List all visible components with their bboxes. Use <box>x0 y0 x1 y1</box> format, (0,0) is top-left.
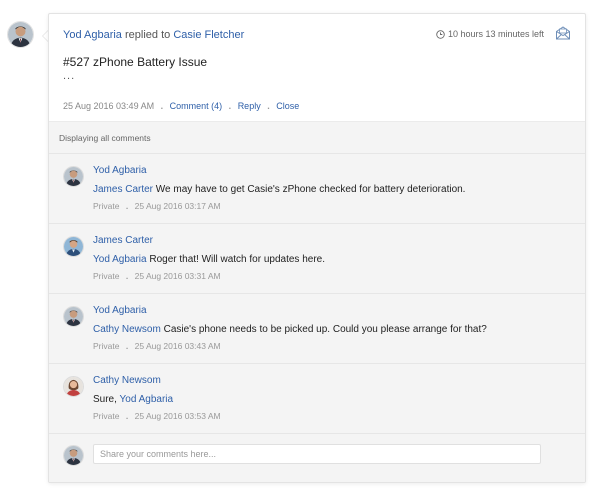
comment-time: 25 Aug 2016 03:53 AM <box>134 411 221 421</box>
comment-text: We may have to get Casie's zPhone checke… <box>155 184 466 195</box>
meta-separator: . <box>160 101 164 111</box>
meta-separator: . <box>125 271 129 281</box>
ticket-body: ... <box>63 70 76 82</box>
comment-visibility: Private <box>93 271 120 281</box>
meta-separator: . <box>267 101 270 111</box>
comment-input[interactable] <box>93 444 541 464</box>
comment-visibility: Private <box>93 411 120 421</box>
comment-avatar <box>63 236 84 257</box>
comment-mention-link[interactable]: Yod Agbaria <box>120 394 174 405</box>
meta-separator: . <box>125 201 129 211</box>
comment-author-link[interactable]: Yod Agbaria <box>93 165 147 176</box>
comment-text-line: Yod Agbaria Roger that! Will watch for u… <box>93 254 575 266</box>
ticket-timer: 10 hours 13 minutes left <box>436 29 544 39</box>
comment-item: Cathy Newsom Sure, Yod Agbaria Private .… <box>49 363 585 433</box>
ticket-author-avatar <box>7 21 34 48</box>
comment-avatar <box>63 166 84 187</box>
comment-time: 25 Aug 2016 03:43 AM <box>134 341 221 351</box>
comment-count-link[interactable]: Comment (4) <box>170 101 223 111</box>
comments-panel: Displaying all comments Yod Agbaria Jame… <box>49 121 585 482</box>
comment-text-line: Sure, Yod Agbaria <box>93 394 575 406</box>
comment-avatar <box>63 306 84 327</box>
comment-avatar <box>63 376 84 397</box>
close-link[interactable]: Close <box>276 101 299 111</box>
comments-header: Displaying all comments <box>59 133 151 143</box>
comment-mention-link[interactable]: Yod Agbaria <box>93 254 147 265</box>
ticket-header: Yod Agbaria replied to Casie Fletcher 10… <box>49 14 585 120</box>
comment-text: Roger that! Will watch for updates here. <box>149 254 325 265</box>
comment-item: James Carter Yod Agbaria Roger that! Wil… <box>49 223 585 293</box>
comment-author-link[interactable]: Cathy Newsom <box>93 375 161 386</box>
ticket-timer-text: 10 hours 13 minutes left <box>447 29 544 39</box>
meta-separator: . <box>125 411 129 421</box>
meta-separator: . <box>228 101 232 111</box>
comment-text-line: Cathy Newsom Casie's phone needs to be p… <box>93 324 575 336</box>
comment-time: 25 Aug 2016 03:17 AM <box>134 201 221 211</box>
comment-item: Yod Agbaria James Carter We may have to … <box>49 153 585 223</box>
comment-mention-link[interactable]: Cathy Newsom <box>93 324 161 335</box>
comment-visibility: Private <box>93 341 120 351</box>
ticket-card: Yod Agbaria replied to Casie Fletcher 10… <box>48 13 586 483</box>
comment-meta: Private . 25 Aug 2016 03:31 AM <box>93 271 575 281</box>
comment-text: Sure, <box>93 394 117 405</box>
comment-author-link[interactable]: Yod Agbaria <box>93 305 147 316</box>
comment-meta: Private . 25 Aug 2016 03:53 AM <box>93 411 575 421</box>
comment-mention-link[interactable]: James Carter <box>93 184 153 195</box>
ticket-recipient-link[interactable]: Casie Fletcher <box>173 29 244 41</box>
ticket-action-text: replied to <box>125 29 171 41</box>
meta-separator: . <box>125 341 129 351</box>
clock-icon <box>436 29 445 39</box>
comment-time: 25 Aug 2016 03:31 AM <box>134 271 221 281</box>
comment-text: Casie's phone needs to be picked up. Cou… <box>163 324 487 335</box>
ticket-author-link[interactable]: Yod Agbaria <box>63 29 122 41</box>
reply-row <box>49 433 585 474</box>
comment-item: Yod Agbaria Cathy Newsom Casie's phone n… <box>49 293 585 363</box>
ticket-title: #527 zPhone Battery Issue <box>63 55 208 69</box>
comment-text-line: James Carter We may have to get Casie's … <box>93 184 575 196</box>
comment-meta: Private . 25 Aug 2016 03:17 AM <box>93 201 575 211</box>
comment-visibility: Private <box>93 201 120 211</box>
current-user-avatar <box>63 445 84 466</box>
comment-author-link[interactable]: James Carter <box>93 235 153 246</box>
ticket-meta: 25 Aug 2016 03:49 AM . Comment (4) . Rep… <box>63 101 571 111</box>
comment-meta: Private . 25 Aug 2016 03:43 AM <box>93 341 575 351</box>
reply-link[interactable]: Reply <box>238 101 261 111</box>
mail-icon[interactable] <box>555 25 571 41</box>
ticket-timestamp: 25 Aug 2016 03:49 AM <box>63 101 155 111</box>
